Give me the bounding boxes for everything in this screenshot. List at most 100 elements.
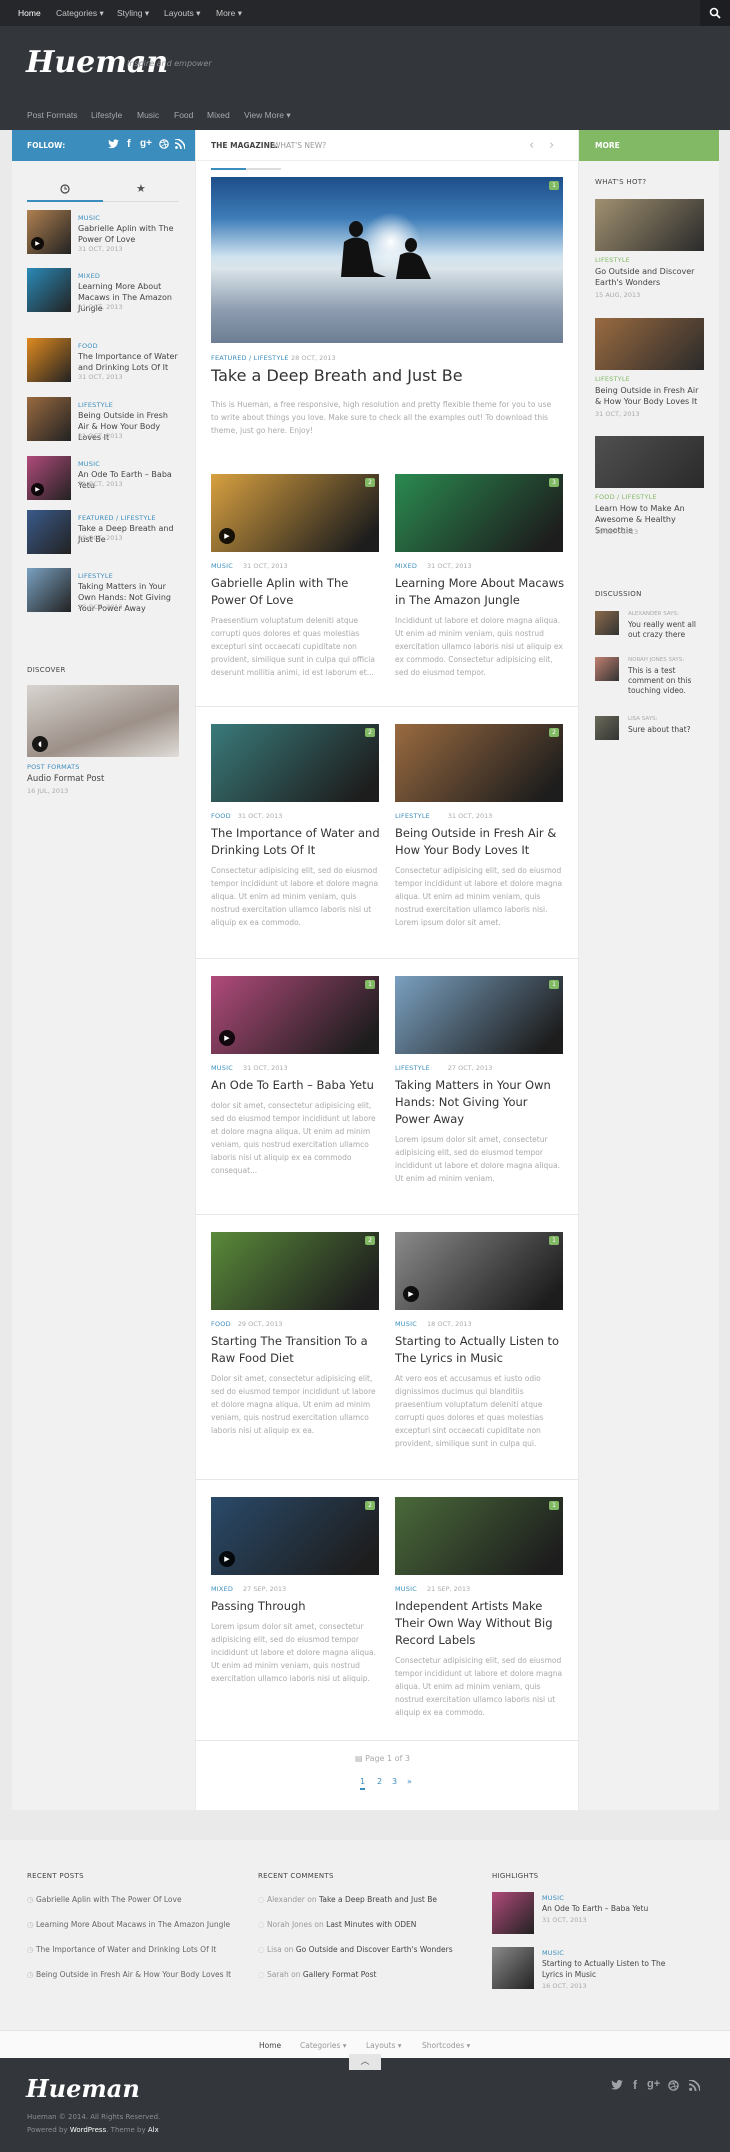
post-thumbnail[interactable]: 1	[395, 1497, 563, 1575]
footer-nav-layouts[interactable]: Layouts ▾	[366, 2041, 402, 2050]
google-plus-icon[interactable]: g+	[647, 2078, 660, 2090]
comment-post-link[interactable]: Go Outside and Discover Earth's Wonders	[296, 1945, 453, 1954]
rss-icon[interactable]	[175, 139, 185, 149]
tab-recent[interactable]	[27, 178, 103, 202]
footer-recent-comment[interactable]: ◌ Lisa on Go Outside and Discover Earth'…	[258, 1945, 453, 1954]
sidebar-post-category[interactable]: MUSIC	[78, 460, 100, 468]
sidebar-post-category[interactable]: FEATURED / LIFESTYLE	[78, 514, 156, 522]
twitter-icon[interactable]	[108, 139, 119, 149]
comment-count-badge[interactable]: 1	[549, 1236, 559, 1245]
post-title[interactable]: Independent Artists Make Their Own Way W…	[395, 1598, 565, 1649]
post-category[interactable]: MUSIC	[211, 562, 233, 570]
footer-recent-post-title[interactable]: The Importance of Water and Drinking Lot…	[36, 1945, 216, 1954]
topnav-categories[interactable]: Categories ▾	[56, 8, 104, 19]
post-category[interactable]: MIXED	[395, 562, 417, 570]
sidebar-post-thumbnail[interactable]	[27, 268, 71, 312]
subnav-post-formats[interactable]: Post Formats	[27, 110, 78, 120]
post-category[interactable]: MUSIC	[395, 1320, 417, 1328]
post-category[interactable]: MUSIC	[395, 1585, 417, 1593]
sidebar-post-thumbnail[interactable]	[27, 568, 71, 612]
comment-count-badge[interactable]: 1	[549, 1501, 559, 1510]
subnav-lifestyle[interactable]: Lifestyle	[91, 110, 122, 120]
footer-nav-categories[interactable]: Categories ▾	[300, 2041, 347, 2050]
hot-post-title[interactable]: Go Outside and Discover Earth's Wonders	[595, 266, 703, 288]
comment-text[interactable]: Sure about that?	[628, 725, 704, 735]
footer-recent-post[interactable]: ◷ Learning More About Macaws in The Amaz…	[27, 1920, 230, 1929]
google-plus-icon[interactable]: g+	[140, 138, 152, 149]
footer-recent-post[interactable]: ◷ The Importance of Water and Drinking L…	[27, 1945, 216, 1954]
comment-count-badge[interactable]: 1	[549, 980, 559, 989]
dribbble-icon[interactable]	[668, 2080, 679, 2091]
topnav-more[interactable]: More ▾	[216, 8, 242, 19]
post-thumbnail[interactable]: ▶ 2	[211, 1497, 379, 1575]
post-thumbnail[interactable]: ▶ 2	[211, 474, 379, 552]
sidebar-post-category[interactable]: LIFESTYLE	[78, 401, 113, 409]
footer-recent-post-title[interactable]: Gabrielle Aplin with The Power Of Love	[36, 1895, 182, 1904]
hot-post-thumbnail[interactable]	[595, 318, 704, 370]
comment-text[interactable]: You really went all out crazy there	[628, 620, 704, 640]
hot-post-thumbnail[interactable]	[595, 199, 704, 251]
post-title[interactable]: Learning More About Macaws in The Amazon…	[395, 575, 565, 609]
search-button[interactable]	[700, 0, 730, 26]
post-title[interactable]: Passing Through	[211, 1598, 381, 1615]
highlight-category[interactable]: MUSIC	[542, 1949, 564, 1957]
hot-post-thumbnail[interactable]	[595, 436, 704, 488]
page-1[interactable]: 1	[360, 1777, 366, 1790]
avatar[interactable]	[595, 611, 619, 635]
featured-title[interactable]: Take a Deep Breath and Just Be	[211, 366, 463, 385]
highlight-category[interactable]: MUSIC	[542, 1894, 564, 1902]
subnav-mixed[interactable]: Mixed	[207, 110, 230, 120]
footer-recent-post-title[interactable]: Being Outside in Fresh Air & How Your Bo…	[36, 1970, 231, 1979]
highlight-title[interactable]: Starting to Actually Listen to The Lyric…	[542, 1958, 682, 1980]
featured-category[interactable]: FEATURED / LIFESTYLE	[211, 354, 289, 362]
subnav-view-more[interactable]: View More ▾	[244, 110, 291, 121]
sidebar-post-thumbnail[interactable]: ▶	[27, 210, 71, 254]
avatar[interactable]	[595, 657, 619, 681]
post-category[interactable]: LIFESTYLE	[395, 1064, 430, 1072]
post-category[interactable]: FOOD	[211, 1320, 231, 1328]
prev-arrow-icon[interactable]: ‹	[529, 138, 534, 153]
sidebar-post-thumbnail[interactable]	[27, 397, 71, 441]
sidebar-post-title[interactable]: The Importance of Water and Drinking Lot…	[78, 351, 180, 373]
page-2[interactable]: 2	[377, 1777, 382, 1786]
featured-image[interactable]: 1	[211, 177, 563, 343]
post-title[interactable]: Taking Matters in Your Own Hands: Not Gi…	[395, 1077, 565, 1128]
footer-recent-comment[interactable]: ◌ Sarah on Gallery Format Post	[258, 1970, 376, 1979]
post-thumbnail[interactable]: 2	[211, 1232, 379, 1310]
avatar[interactable]	[595, 716, 619, 740]
footer-nav-shortcodes[interactable]: Shortcodes ▾	[422, 2041, 470, 2050]
comment-count-badge[interactable]: 2	[365, 478, 375, 487]
tab-popular[interactable]: ★	[103, 178, 179, 202]
comment-author[interactable]: Lisa	[267, 1945, 282, 1954]
comment-count-badge[interactable]: 2	[365, 1501, 375, 1510]
footer-recent-post[interactable]: ◷ Gabrielle Aplin with The Power Of Love	[27, 1895, 182, 1904]
hot-post-category[interactable]: FOOD / LIFESTYLE	[595, 493, 657, 501]
footer-recent-post[interactable]: ◷ Being Outside in Fresh Air & How Your …	[27, 1970, 231, 1979]
post-thumbnail[interactable]: 3	[395, 474, 563, 552]
wordpress-link[interactable]: WordPress	[70, 2126, 106, 2134]
sidebar-post-category[interactable]: MIXED	[78, 272, 100, 280]
sidebar-post-category[interactable]: LIFESTYLE	[78, 572, 113, 580]
slider-indicator[interactable]	[246, 168, 281, 170]
comment-count-badge[interactable]: 2	[365, 728, 375, 737]
comment-author[interactable]: Norah Jones	[267, 1920, 312, 1929]
sidebar-post-category[interactable]: FOOD	[78, 342, 98, 350]
post-title[interactable]: Starting The Transition To a Raw Food Di…	[211, 1333, 381, 1367]
post-title[interactable]: The Importance of Water and Drinking Lot…	[211, 825, 381, 859]
dribbble-icon[interactable]	[159, 139, 169, 149]
post-thumbnail[interactable]: 1	[395, 976, 563, 1054]
sidebar-post-title[interactable]: Gabrielle Aplin with The Power Of Love	[78, 223, 180, 245]
topnav-styling[interactable]: Styling ▾	[117, 8, 149, 19]
post-title[interactable]: Starting to Actually Listen to The Lyric…	[395, 1333, 565, 1367]
topnav-layouts[interactable]: Layouts ▾	[164, 8, 200, 19]
back-to-top-button[interactable]: ︿	[349, 2054, 381, 2070]
sidebar-post-thumbnail[interactable]	[27, 338, 71, 382]
post-category[interactable]: MUSIC	[211, 1064, 233, 1072]
page-next[interactable]: »	[407, 1777, 412, 1786]
comment-post-link[interactable]: Take a Deep Breath and Just Be	[319, 1895, 437, 1904]
highlight-thumbnail[interactable]	[492, 1892, 534, 1934]
rss-icon[interactable]	[689, 2080, 700, 2091]
post-title[interactable]: Gabrielle Aplin with The Power Of Love	[211, 575, 381, 609]
post-title[interactable]: Being Outside in Fresh Air & How Your Bo…	[395, 825, 565, 859]
post-thumbnail[interactable]: ▶ 1	[211, 976, 379, 1054]
